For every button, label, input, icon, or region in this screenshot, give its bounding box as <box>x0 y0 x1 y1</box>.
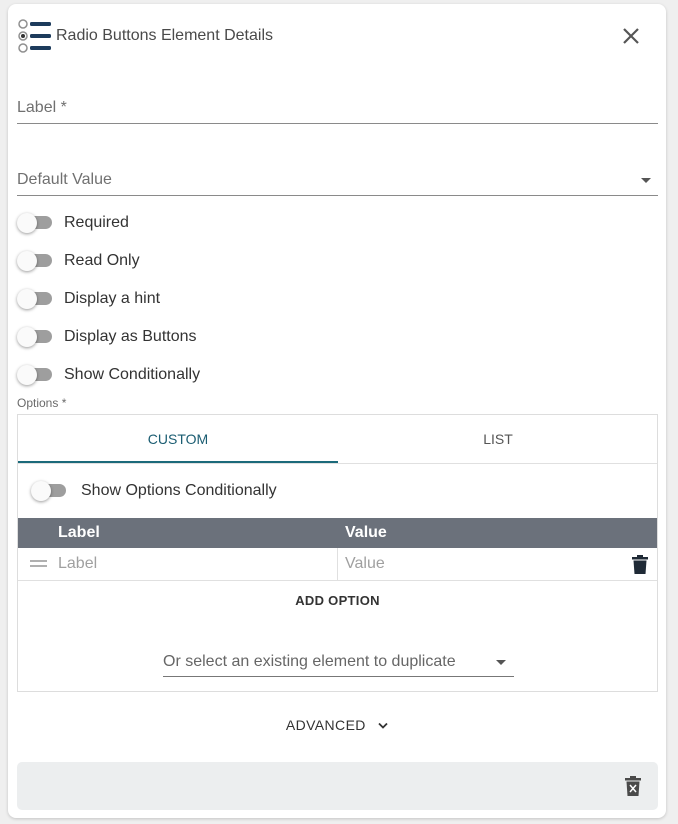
toggle-thumb <box>17 213 37 233</box>
caret-down-icon <box>641 178 651 183</box>
radio-buttons-icon <box>18 19 51 53</box>
options-section-label: Options * <box>17 396 67 410</box>
close-icon[interactable] <box>620 25 642 47</box>
options-tabs: CUSTOM LIST <box>18 415 657 464</box>
toggle-thumb <box>17 365 37 385</box>
read-only-toggle[interactable]: Read Only <box>17 249 417 273</box>
options-table-header: Label Value <box>18 518 657 548</box>
show-conditionally-toggle[interactable]: Show Conditionally <box>17 363 417 387</box>
element-details-card: Radio Buttons Element Details Label * De… <box>8 4 666 818</box>
dialog-header: Radio Buttons Element Details <box>17 16 657 56</box>
dialog-title: Radio Buttons Element Details <box>56 27 273 44</box>
toggle-label-display-hint: Display a hint <box>64 290 161 307</box>
option-label-input[interactable] <box>58 548 336 580</box>
cell-divider <box>337 548 338 580</box>
table-row <box>18 548 657 581</box>
trash-icon[interactable] <box>632 555 648 574</box>
toggle-label-show-conditionally: Show Conditionally <box>64 366 201 383</box>
display-as-buttons-toggle[interactable]: Display as Buttons <box>17 325 417 349</box>
options-panel: CUSTOM LIST Show Options Conditionally L… <box>17 414 658 692</box>
caret-down-icon <box>496 660 506 665</box>
toggle-label-read-only: Read Only <box>64 252 140 269</box>
toggle-label-display-as-buttons: Display as Buttons <box>64 328 197 345</box>
advanced-label: ADVANCED <box>285 717 366 733</box>
tab-list[interactable]: LIST <box>338 415 658 463</box>
advanced-toggle-button[interactable]: ADVANCED <box>8 717 666 733</box>
toggle-label-required: Required <box>64 214 129 231</box>
default-value-select[interactable]: Default Value <box>17 164 658 196</box>
toggle-thumb <box>31 481 51 501</box>
footer-bar <box>17 762 658 810</box>
option-value-input[interactable] <box>345 548 615 580</box>
default-value-placeholder: Default Value <box>17 171 112 188</box>
duplicate-select-placeholder: Or select an existing element to duplica… <box>163 653 456 670</box>
required-toggle[interactable]: Required <box>17 211 417 235</box>
active-tab-indicator <box>18 461 338 463</box>
delete-element-icon[interactable] <box>625 776 641 796</box>
toggle-thumb <box>17 289 37 309</box>
display-hint-toggle[interactable]: Display a hint <box>17 287 417 311</box>
add-option-button[interactable]: ADD OPTION <box>18 593 657 608</box>
show-options-conditionally-toggle[interactable]: Show Options Conditionally <box>31 479 431 503</box>
duplicate-element-select[interactable]: Or select an existing element to duplica… <box>163 647 514 677</box>
drag-handle-icon[interactable] <box>30 560 47 568</box>
label-input-placeholder: Label * <box>17 99 67 116</box>
toggle-label-show-options-conditionally: Show Options Conditionally <box>81 482 277 499</box>
label-input[interactable]: Label * <box>17 92 658 124</box>
chevron-down-icon <box>378 723 388 730</box>
toggle-thumb <box>17 251 37 271</box>
toggle-thumb <box>17 327 37 347</box>
column-header-value: Value <box>345 524 387 541</box>
tab-custom[interactable]: CUSTOM <box>18 415 338 463</box>
column-header-label: Label <box>58 524 100 541</box>
